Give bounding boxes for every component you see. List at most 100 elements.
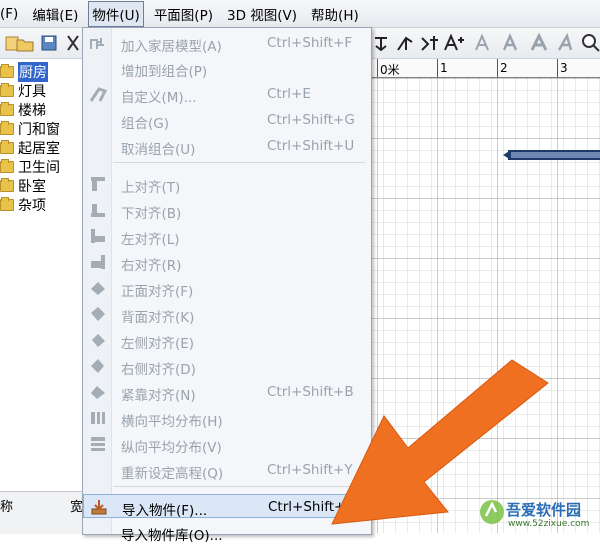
tree-item-label: 楼梯 bbox=[18, 103, 46, 119]
plan-canvas[interactable]: 0米 1 2 3 bbox=[370, 59, 600, 533]
watermark-text: 吾爱软件园 bbox=[506, 501, 582, 519]
menu-item-label: 导入物件(F)... bbox=[122, 503, 208, 519]
watermark-url: www.52zixue.com bbox=[508, 519, 590, 529]
menu-item-align-front[interactable]: 正面对齐(F) bbox=[83, 276, 371, 300]
create-walls-icon[interactable] bbox=[394, 32, 416, 54]
menu-item-distribute-vertical[interactable]: 纵向平均分布(V) bbox=[83, 432, 371, 456]
ruler-label: 1 bbox=[440, 61, 448, 75]
menu-edit[interactable]: 编辑(E) bbox=[28, 1, 82, 27]
ruler-tick bbox=[557, 59, 558, 77]
italic-text-icon[interactable] bbox=[554, 32, 576, 54]
menu-item-label: 左侧对齐(E) bbox=[121, 336, 195, 352]
menu-item-label: 正面对齐(F) bbox=[121, 284, 194, 300]
bold-text-icon[interactable] bbox=[528, 32, 550, 54]
furniture-menu-dropdown: 加入家居模型(A) Ctrl+Shift+F 增加到组合(P) 自定义(M)..… bbox=[82, 27, 372, 544]
align-left-side-icon bbox=[89, 331, 107, 349]
create-dimensions-icon[interactable] bbox=[418, 32, 440, 54]
tree-item-label: 门和窗 bbox=[18, 122, 60, 138]
menu-item-import-furniture[interactable]: 导入物件(F)... Ctrl+Shift+I bbox=[83, 494, 371, 519]
menu-item-label: 右对齐(R) bbox=[121, 258, 182, 274]
menu-file[interactable]: (F) bbox=[0, 3, 22, 25]
menu-item-align-back[interactable]: 背面对齐(K) bbox=[83, 302, 371, 326]
rotate-icon[interactable] bbox=[370, 32, 392, 54]
align-left-icon bbox=[89, 227, 107, 245]
menu-item-add-furniture[interactable]: 加入家居模型(A) Ctrl+Shift+F bbox=[83, 31, 371, 55]
tree-item-misc[interactable]: 杂项 bbox=[0, 196, 46, 214]
menu-item-label: 组合(G) bbox=[121, 116, 169, 132]
menu-item-label: 纵向平均分布(V) bbox=[121, 440, 222, 456]
plan-grid bbox=[371, 78, 600, 533]
add-furniture-icon bbox=[89, 34, 107, 52]
increase-text-icon[interactable] bbox=[500, 32, 522, 54]
tree-item-stairs[interactable]: 楼梯 bbox=[0, 101, 46, 119]
menu-item-label: 下对齐(B) bbox=[121, 206, 182, 222]
zoom-in-icon[interactable] bbox=[580, 32, 600, 54]
menu-item-group[interactable]: 组合(G) Ctrl+Shift+G bbox=[83, 108, 371, 132]
menu-3d-view[interactable]: 3D 视图(V) bbox=[223, 1, 301, 27]
ruler-label: 0米 bbox=[380, 63, 400, 77]
folder-icon bbox=[0, 102, 14, 116]
tree-item-label: 卧室 bbox=[18, 179, 46, 195]
menu-item-align-left[interactable]: 左对齐(L) bbox=[83, 224, 371, 248]
text-style-icon[interactable] bbox=[472, 32, 494, 54]
menu-item-align-right[interactable]: 右对齐(R) bbox=[83, 250, 371, 274]
menu-separator bbox=[113, 486, 365, 487]
folder-icon bbox=[0, 140, 14, 154]
menu-item-align-right-side[interactable]: 右侧对齐(D) bbox=[83, 354, 371, 378]
menu-item-shortcut: Ctrl+E bbox=[267, 86, 311, 102]
menu-help[interactable]: 帮助(H) bbox=[307, 1, 363, 27]
menu-furniture[interactable]: 物件(U) bbox=[88, 0, 144, 27]
column-name[interactable]: 称 bbox=[0, 496, 13, 515]
tree-item-bathroom[interactable]: 卫生间 bbox=[0, 158, 60, 176]
menu-item-label: 自定义(M)... bbox=[121, 90, 197, 106]
open-icon[interactable] bbox=[14, 32, 36, 54]
menu-item-label: 导入物件库(O)... bbox=[121, 528, 223, 544]
modify-icon bbox=[89, 85, 108, 103]
menu-item-label: 左对齐(L) bbox=[121, 232, 180, 248]
menu-item-shortcut: Ctrl+Shift+F bbox=[267, 35, 353, 51]
align-bottom-icon bbox=[89, 201, 107, 219]
ruler-label: 3 bbox=[560, 61, 568, 75]
menu-item-align-top[interactable]: 上对齐(T) bbox=[83, 172, 371, 196]
menubar: (F) 编辑(E) 物件(U) 平面图(P) 3D 视图(V) 帮助(H) bbox=[0, 0, 600, 28]
menu-item-align-side-by-side[interactable]: 紧靠对齐(N) Ctrl+Shift+B bbox=[83, 380, 371, 404]
menu-item-label: 取消组合(U) bbox=[121, 142, 196, 158]
distribute-vertical-icon bbox=[89, 435, 107, 453]
menu-item-label: 横向平均分布(H) bbox=[121, 414, 223, 430]
menu-item-distribute-horizontal[interactable]: 横向平均分布(H) bbox=[83, 406, 371, 430]
align-right-side-icon bbox=[89, 357, 107, 375]
add-text-icon[interactable] bbox=[442, 32, 464, 54]
align-back-icon bbox=[89, 305, 107, 323]
tree-item-kitchen[interactable]: 厨房 bbox=[0, 62, 48, 82]
ruler-label: 2 bbox=[500, 61, 508, 75]
tree-item-living-room[interactable]: 起居室 bbox=[0, 139, 60, 157]
ruler-tick bbox=[377, 59, 378, 77]
tree-item-lights[interactable]: 灯具 bbox=[0, 82, 46, 100]
save-icon[interactable] bbox=[38, 32, 60, 54]
menu-item-add-to-group[interactable]: 增加到组合(P) bbox=[83, 56, 371, 80]
furniture-list-header: 称 宽 bbox=[0, 491, 84, 534]
tree-item-label: 灯具 bbox=[18, 84, 46, 100]
align-side-by-side-icon bbox=[89, 383, 107, 401]
menu-item-ungroup[interactable]: 取消组合(U) Ctrl+Shift+U bbox=[83, 134, 371, 158]
tree-item-doors-windows[interactable]: 门和窗 bbox=[0, 120, 60, 138]
furniture-catalog-tree: 厨房 灯具 楼梯 门和窗 起居室 卫生间 卧室 杂项 bbox=[0, 59, 84, 491]
menu-item-align-left-side[interactable]: 左侧对齐(E) bbox=[83, 328, 371, 352]
menu-item-shortcut: Ctrl+Shift+Y bbox=[267, 462, 353, 478]
align-right-icon bbox=[89, 253, 107, 271]
menu-item-shortcut: Ctrl+Shift+B bbox=[267, 384, 354, 400]
align-top-icon bbox=[89, 175, 107, 193]
menu-item-modify[interactable]: 自定义(M)... Ctrl+E bbox=[83, 82, 371, 106]
distribute-horizontal-icon bbox=[89, 409, 107, 427]
menu-item-reset-elevation[interactable]: 重新设定高程(Q) Ctrl+Shift+Y bbox=[83, 458, 371, 482]
folder-icon bbox=[0, 83, 14, 97]
menu-item-label: 紧靠对齐(N) bbox=[121, 388, 196, 404]
menu-item-import-furniture-library[interactable]: 导入物件库(O)... bbox=[83, 520, 371, 544]
menu-item-align-bottom[interactable]: 下对齐(B) bbox=[83, 198, 371, 222]
tree-item-label: 起居室 bbox=[18, 141, 60, 157]
tree-item-bedroom[interactable]: 卧室 bbox=[0, 177, 46, 195]
menu-separator bbox=[113, 162, 365, 163]
menu-plan[interactable]: 平面图(P) bbox=[150, 1, 217, 27]
cut-icon[interactable] bbox=[62, 32, 84, 54]
wall-segment[interactable] bbox=[503, 150, 600, 160]
